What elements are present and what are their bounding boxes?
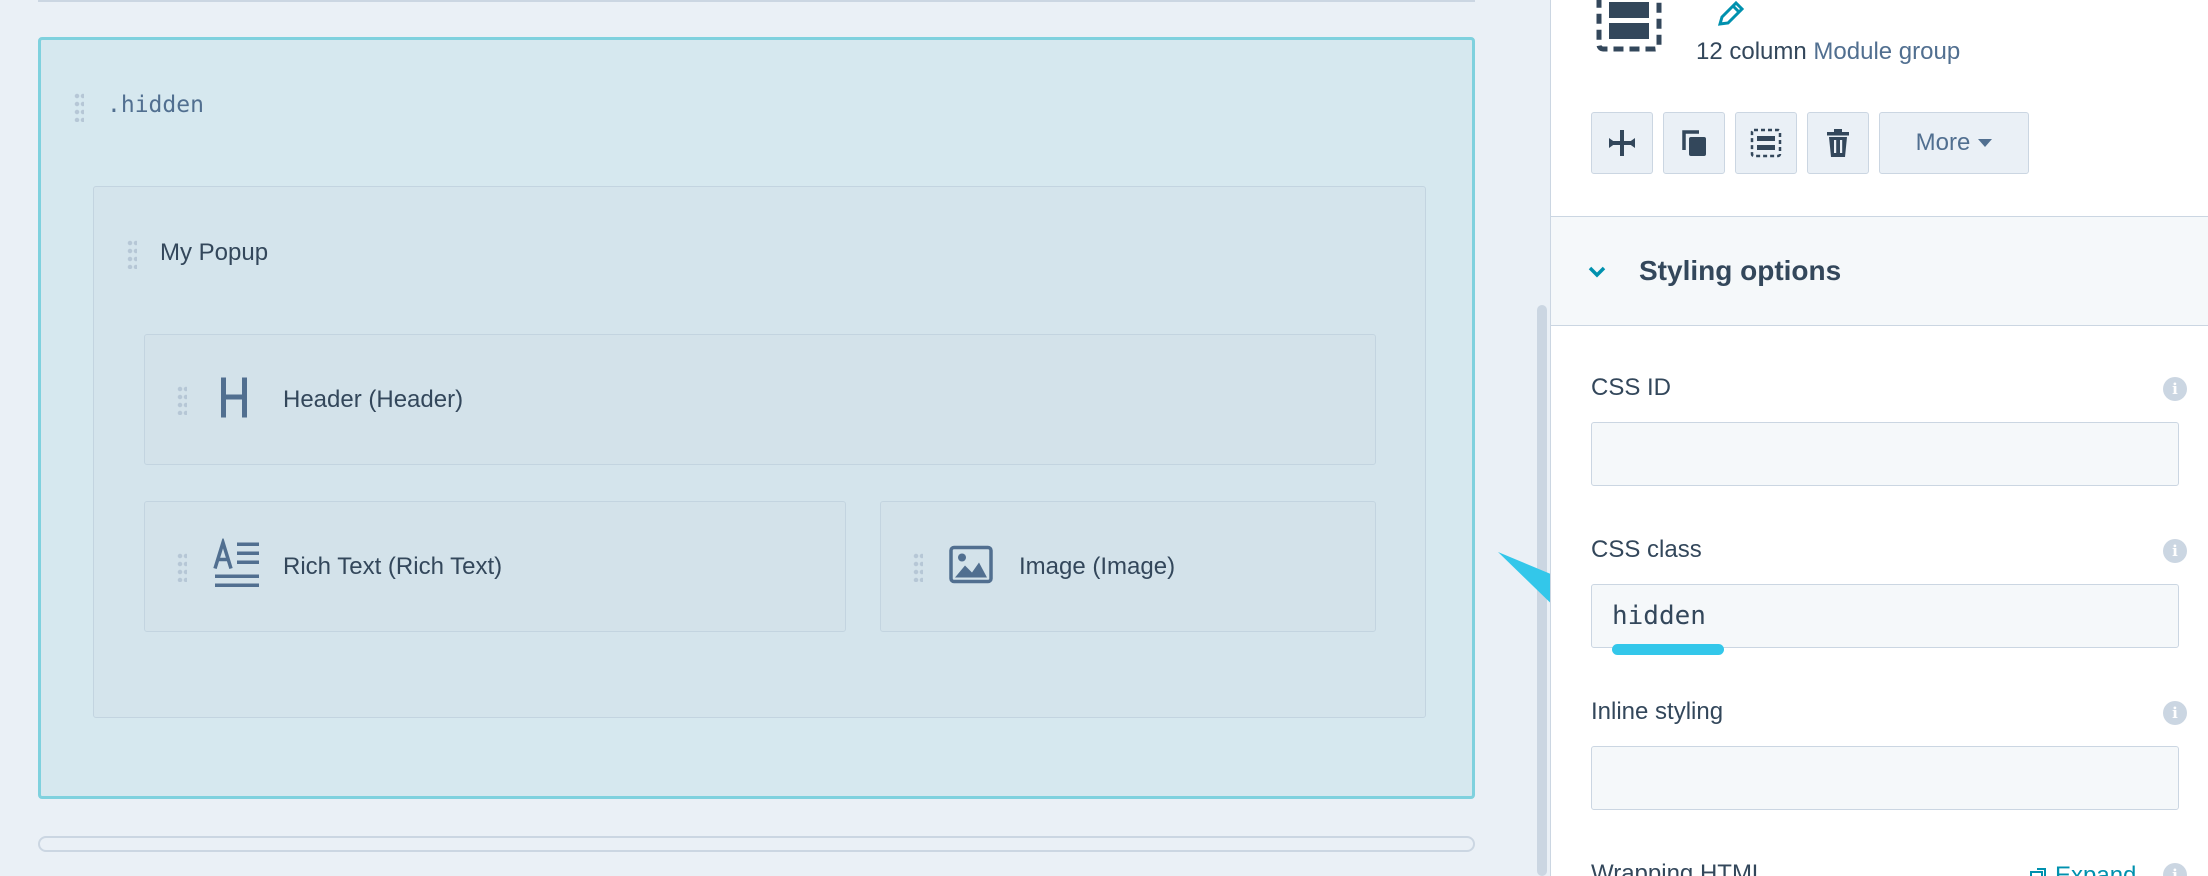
- module-group-my-popup[interactable]: My Popup Header (Header) Rich Text (Rich…: [93, 186, 1426, 718]
- image-icon: [949, 545, 993, 588]
- column-count: 12 column: [1696, 38, 1807, 65]
- trash-icon: [1827, 129, 1849, 157]
- inner-group-label: My Popup: [160, 239, 269, 266]
- drag-handle-icon[interactable]: [177, 552, 187, 582]
- styling-options-header[interactable]: Styling options: [1551, 216, 2208, 326]
- expand-label: Expand: [2055, 862, 2137, 876]
- drag-handle-icon[interactable]: [177, 385, 187, 415]
- inline-styling-label: Inline styling: [1591, 698, 1724, 725]
- module-group-icon: [1596, 0, 1662, 52]
- editor-canvas: .hidden My Popup Header (Header) Rich Te…: [0, 0, 1550, 876]
- info-icon[interactable]: i: [2163, 377, 2187, 401]
- css-id-label: CSS ID: [1591, 374, 1672, 401]
- header-icon: [219, 375, 249, 424]
- expand-icon: [2030, 868, 2046, 876]
- split-icon: [1609, 130, 1635, 156]
- section-title: Styling options: [1639, 255, 1842, 286]
- module-toolbar: More: [1591, 112, 2029, 174]
- group-button[interactable]: [1735, 112, 1797, 174]
- copy-icon: [1682, 130, 1706, 156]
- module-type-link[interactable]: Module group: [1813, 38, 1960, 65]
- inline-styling-input[interactable]: [1591, 746, 2179, 810]
- split-button[interactable]: [1591, 112, 1653, 174]
- more-label: More: [1915, 129, 1971, 156]
- previous-row-edge: [38, 0, 1475, 2]
- inspector-sidebar: 12 column Module group More Styling opti…: [1550, 0, 2208, 876]
- image-module[interactable]: Image (Image): [880, 501, 1376, 632]
- rich-text-module[interactable]: Rich Text (Rich Text): [144, 501, 846, 632]
- module-label: Header (Header): [283, 385, 464, 413]
- clone-button[interactable]: [1663, 112, 1725, 174]
- drag-handle-icon[interactable]: [74, 92, 84, 122]
- info-icon[interactable]: i: [2163, 701, 2187, 725]
- group-label: .hidden: [107, 92, 204, 118]
- expand-link[interactable]: Expand: [2029, 862, 2136, 876]
- highlight-underline: [1612, 644, 1724, 655]
- css-class-label: CSS class: [1591, 536, 1702, 563]
- module-label: Rich Text (Rich Text): [283, 552, 503, 580]
- caret-down-icon: [1978, 139, 1993, 147]
- info-icon[interactable]: i: [2163, 863, 2187, 876]
- wrapping-html-label: Wrapping HTML: [1591, 860, 1766, 876]
- more-dropdown[interactable]: More: [1879, 112, 2029, 174]
- header-module[interactable]: Header (Header): [144, 334, 1376, 465]
- css-class-input[interactable]: [1591, 584, 2179, 648]
- next-row-edge: [38, 836, 1475, 852]
- rich-text-icon: [213, 536, 261, 595]
- chevron-down-icon: [1588, 266, 1606, 278]
- module-label: Image (Image): [1019, 552, 1176, 580]
- info-icon[interactable]: i: [2163, 539, 2187, 563]
- module-meta: 12 column Module group: [1696, 38, 1960, 66]
- delete-button[interactable]: [1807, 112, 1869, 174]
- pencil-icon[interactable]: [1716, 0, 1748, 28]
- module-group-hidden[interactable]: .hidden My Popup Header (Header) Rich Te…: [38, 37, 1475, 799]
- css-id-input[interactable]: [1591, 422, 2179, 486]
- group-icon: [1750, 128, 1782, 158]
- drag-handle-icon[interactable]: [127, 239, 137, 269]
- drag-handle-icon[interactable]: [913, 552, 923, 582]
